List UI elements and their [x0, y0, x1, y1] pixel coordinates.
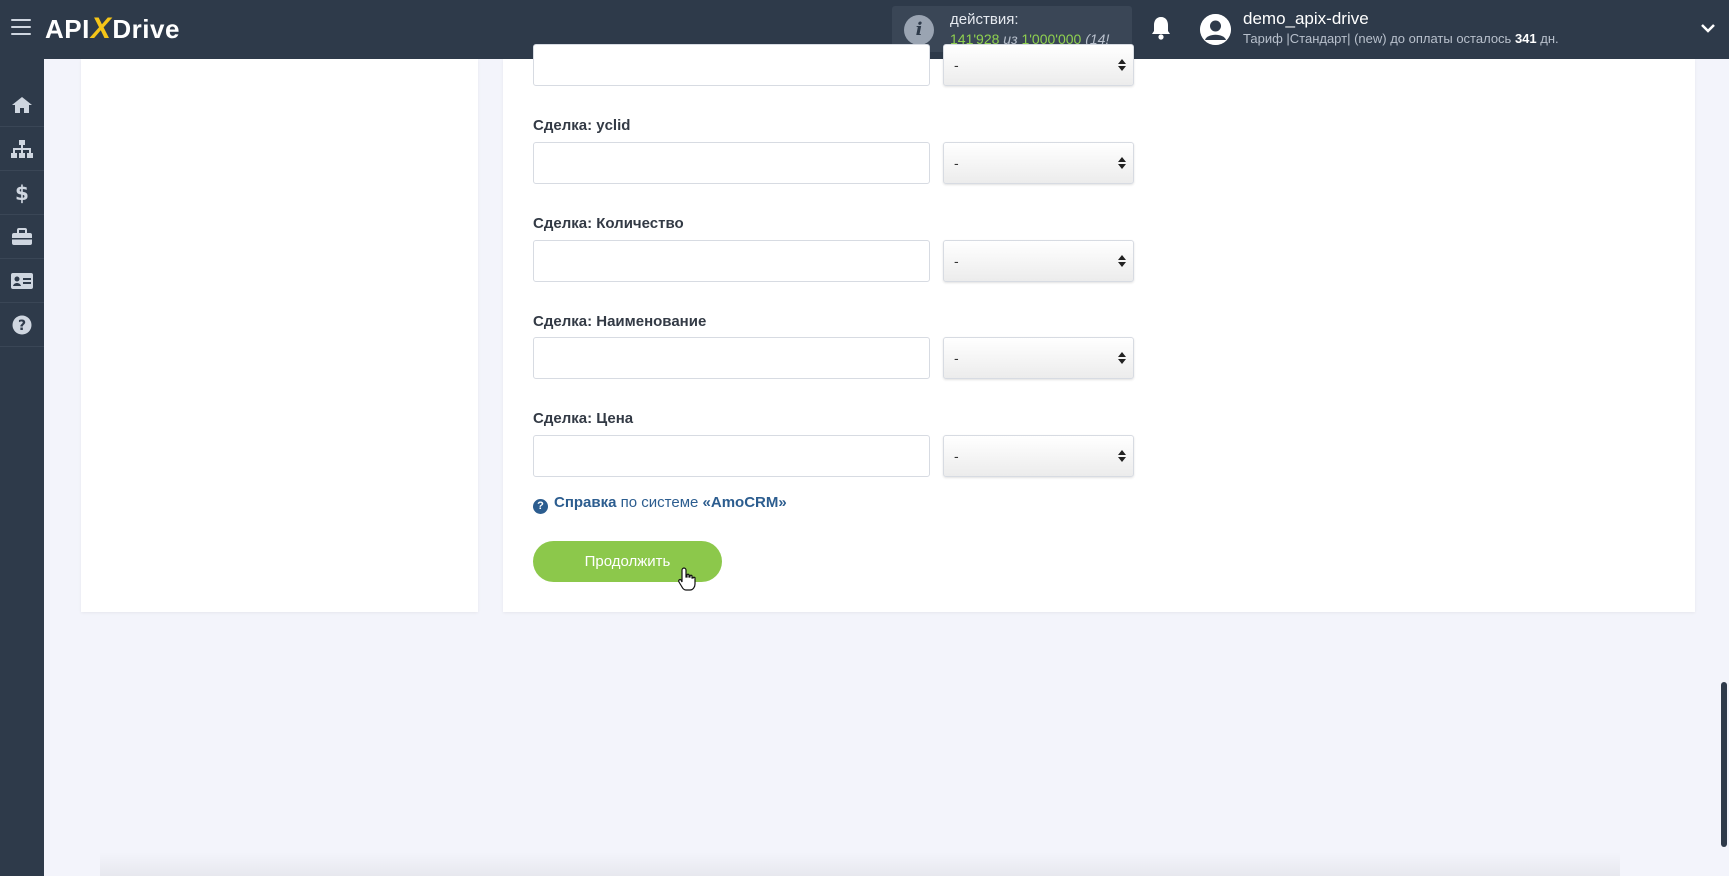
select-arrows-icon [1118, 450, 1126, 462]
field-select-value: - [954, 155, 959, 171]
username[interactable]: demo_apix-drive [1243, 9, 1369, 29]
field-select-name[interactable]: - [943, 337, 1134, 379]
hand-cursor-icon [678, 567, 696, 591]
tariff-info: Тариф |Стандарт| (new) до оплаты осталос… [1243, 31, 1559, 46]
logo[interactable]: APIXDrive [45, 12, 180, 46]
logo-x: X [90, 12, 112, 45]
select-arrows-icon [1118, 157, 1126, 169]
field-label-yclid: Сделка: yclid [533, 117, 631, 134]
field-select-0[interactable]: - [943, 44, 1134, 86]
sidebar-item-home[interactable] [0, 83, 44, 127]
left-panel [81, 59, 478, 612]
tariff-prefix: Тариф |Стандарт| (new) до оплаты осталос… [1243, 31, 1515, 46]
field-select-value: - [954, 253, 959, 269]
field-label-price: Сделка: Цена [533, 410, 634, 427]
bell-icon[interactable] [1150, 15, 1172, 41]
briefcase-icon [12, 227, 32, 245]
menu-icon[interactable] [11, 19, 31, 37]
field-input-0[interactable] [533, 44, 930, 86]
home-icon [12, 96, 32, 113]
field-input-name[interactable] [533, 337, 930, 379]
field-select-price[interactable]: - [943, 435, 1134, 477]
select-arrows-icon [1118, 352, 1126, 364]
field-input-quantity[interactable] [533, 240, 930, 282]
field-label-quantity: Сделка: Количество [533, 215, 684, 232]
help-link-system: «AmoCRM» [702, 494, 787, 511]
chevron-down-icon[interactable] [1700, 20, 1716, 36]
help-circle-icon: ? [12, 315, 32, 334]
actions-label: действия: [950, 11, 1019, 28]
sitemap-icon [11, 139, 33, 158]
select-arrows-icon [1118, 59, 1126, 71]
logo-api: API [45, 14, 90, 44]
tariff-suffix: дн. [1536, 31, 1559, 46]
sidebar-item-connections[interactable] [0, 127, 44, 171]
tariff-days: 341 [1514, 31, 1537, 46]
logo-drive: Drive [112, 14, 180, 44]
svg-text:?: ? [18, 318, 26, 334]
dollar-icon: $ [15, 182, 29, 204]
sidebar-item-billing[interactable]: $ [0, 171, 44, 215]
bottom-shade [100, 852, 1620, 876]
sidebar-item-services[interactable] [0, 215, 44, 259]
field-input-yclid[interactable] [533, 142, 930, 184]
help-link-middle: по системе [616, 494, 703, 511]
sidebar-item-help[interactable]: ? [0, 303, 44, 347]
field-select-quantity[interactable]: - [943, 240, 1134, 282]
info-icon: i [904, 15, 934, 45]
svg-text:$: $ [15, 182, 29, 204]
field-select-yclid[interactable]: - [943, 142, 1134, 184]
avatar[interactable] [1200, 14, 1231, 45]
help-link-strong: Справка [554, 494, 617, 511]
select-arrows-icon [1118, 255, 1126, 267]
field-select-value: - [954, 448, 959, 464]
question-icon: ? [533, 499, 548, 514]
field-label-name: Сделка: Наименование [533, 313, 707, 330]
field-input-price[interactable] [533, 435, 930, 477]
id-card-icon [11, 272, 33, 289]
sidebar: $ ? [0, 59, 44, 876]
field-select-value: - [954, 350, 959, 366]
field-select-value: - [954, 57, 959, 73]
scrollbar[interactable] [1721, 682, 1727, 847]
help-link[interactable]: ? Справка по системе «AmoCRM» [533, 494, 787, 514]
sidebar-item-profile[interactable] [0, 259, 44, 303]
